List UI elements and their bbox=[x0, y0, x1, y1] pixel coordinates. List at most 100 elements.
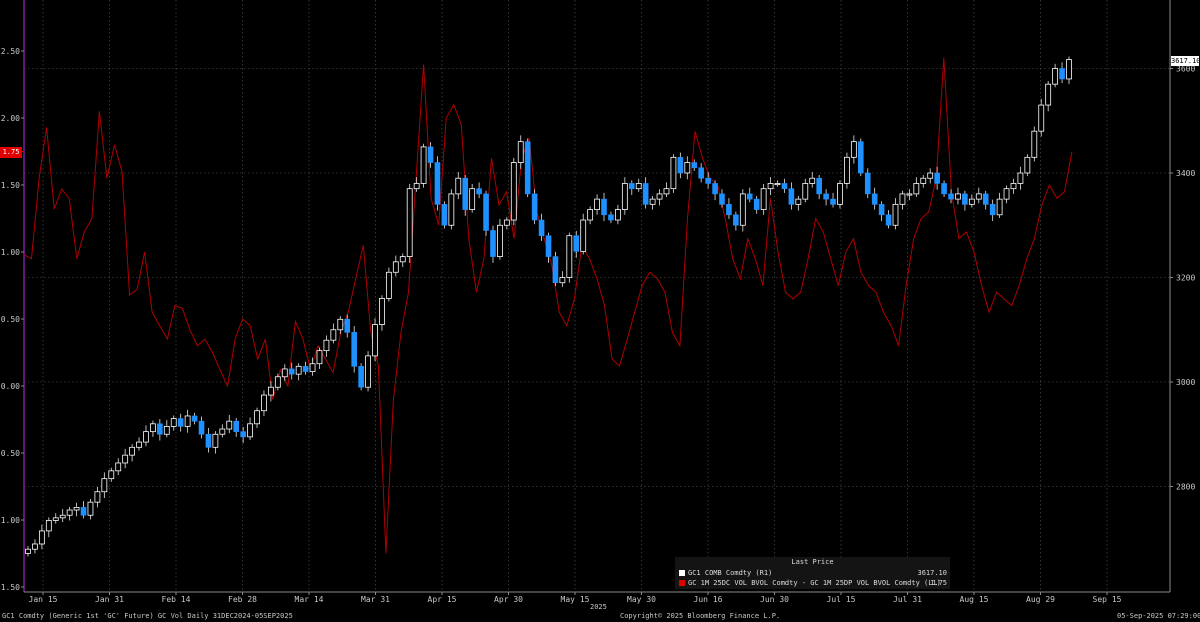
candle-body-up bbox=[635, 183, 642, 190]
candle-body-down bbox=[531, 193, 538, 221]
candle-body-up bbox=[1052, 68, 1059, 85]
left-tick-label: 1.50 bbox=[1, 181, 20, 190]
candle-body-down bbox=[878, 204, 885, 216]
candle-body-up bbox=[365, 355, 371, 388]
candle-body-up bbox=[1031, 130, 1038, 158]
candle-body-down bbox=[698, 167, 704, 179]
x-tick-label: Jul 15 bbox=[827, 595, 856, 604]
candle-body-up bbox=[38, 530, 45, 545]
candle-body-up bbox=[129, 446, 136, 456]
left-last-value-badge: 1.75 bbox=[0, 147, 22, 158]
candle-body-up bbox=[316, 350, 323, 365]
candle-body-down bbox=[962, 193, 968, 205]
x-tick-label: Aug 29 bbox=[1026, 595, 1055, 604]
candle-body-up bbox=[795, 198, 802, 205]
candle-body-up bbox=[455, 177, 462, 195]
x-tick-label: Apr 30 bbox=[494, 595, 523, 604]
candle-body-up bbox=[906, 193, 913, 196]
candle-body-down bbox=[80, 507, 87, 516]
candle-body-down bbox=[191, 415, 198, 422]
candle-body-down bbox=[240, 431, 246, 438]
candle-body-down bbox=[233, 420, 239, 432]
x-tick-label: May 30 bbox=[627, 595, 656, 604]
candle-body-up bbox=[170, 418, 177, 427]
candle-body-up bbox=[844, 156, 850, 184]
x-tick-label: Mar 31 bbox=[361, 595, 390, 604]
x-tick-label: Feb 14 bbox=[162, 595, 191, 604]
candle-body-up bbox=[45, 520, 52, 532]
candle-body-up bbox=[1045, 83, 1052, 106]
legend-swatch-white bbox=[679, 570, 685, 576]
x-tick-label: Sep 15 bbox=[1093, 595, 1122, 604]
candle-body-up bbox=[760, 188, 767, 210]
candle-body-up bbox=[32, 543, 38, 550]
candle-body-down bbox=[434, 162, 441, 205]
candle-body-up bbox=[406, 188, 413, 258]
candle-body-up bbox=[497, 224, 503, 258]
x-tick-label: Feb 28 bbox=[228, 595, 257, 604]
candle-body-up bbox=[184, 415, 191, 427]
candle-body-up bbox=[330, 329, 337, 341]
candle-body-up bbox=[267, 386, 274, 396]
left-tick-label: -0.50 bbox=[0, 449, 20, 458]
candle-body-down bbox=[982, 193, 989, 205]
candle-body-down bbox=[601, 198, 607, 216]
candle-body-down bbox=[781, 183, 788, 189]
candle-body-down bbox=[864, 172, 871, 195]
candle-body-up bbox=[684, 162, 691, 174]
candle-body-down bbox=[746, 193, 753, 200]
candle-body-down bbox=[351, 332, 357, 367]
skew-line bbox=[23, 57, 1073, 554]
right-tick-label: 3400 bbox=[1176, 169, 1195, 178]
x-tick-label: Mar 14 bbox=[295, 595, 324, 604]
footer-timestamp: 05-Sep-2025 07:29:00 bbox=[1117, 612, 1200, 620]
candle-body-down bbox=[545, 235, 552, 257]
candle-body-down bbox=[358, 366, 364, 388]
candle-body-up bbox=[420, 146, 427, 184]
candle-body-up bbox=[1010, 183, 1017, 190]
candle-body-up bbox=[261, 394, 267, 412]
candle-body-up bbox=[649, 198, 656, 205]
candle-body-up bbox=[337, 318, 344, 331]
candle-body-down bbox=[823, 193, 829, 200]
candle-body-up bbox=[399, 256, 406, 263]
candle-body-down bbox=[642, 183, 649, 205]
candle-body-up bbox=[385, 271, 392, 299]
axes bbox=[21, 0, 1173, 595]
candle-body-up bbox=[913, 183, 920, 195]
candle-body-down bbox=[677, 157, 684, 174]
candle-body-up bbox=[892, 203, 899, 226]
candle-body-down bbox=[538, 219, 545, 236]
candle-body-up bbox=[739, 193, 746, 226]
candle-body-down bbox=[816, 177, 822, 195]
candle-body-up bbox=[559, 277, 566, 284]
candle-body-up bbox=[587, 209, 594, 221]
candle-body-up bbox=[274, 376, 281, 388]
candle-body-down bbox=[948, 193, 954, 200]
legend-value-price: 3617.10 bbox=[917, 569, 947, 577]
footer-security-description: GC1 Comdty (Generic 1st 'GC' Future) GC … bbox=[2, 612, 293, 620]
candle-body-up bbox=[379, 297, 385, 325]
candle-body-down bbox=[483, 193, 489, 231]
candle-body-down bbox=[719, 193, 725, 205]
candle-body-up bbox=[212, 433, 219, 448]
legend-swatch-red bbox=[679, 580, 685, 586]
candle-body-up bbox=[517, 141, 524, 163]
candle-body-down bbox=[705, 177, 711, 184]
candle-body-up bbox=[413, 183, 420, 190]
candle-body-up bbox=[594, 198, 600, 210]
candle-body-up bbox=[448, 193, 455, 226]
candle-body-up bbox=[469, 188, 476, 210]
candle-body-up bbox=[1066, 59, 1072, 80]
left-tick-label: 2.50 bbox=[1, 47, 20, 56]
candle-body-down bbox=[726, 204, 732, 216]
candle-body-up bbox=[767, 183, 774, 190]
x-tick-label: Jun 30 bbox=[760, 595, 789, 604]
candle-body-down bbox=[608, 214, 614, 221]
x-tick-label: Apr 15 bbox=[428, 595, 457, 604]
legend-value-skew: 1.75 bbox=[930, 579, 947, 587]
candle-body-up bbox=[25, 548, 31, 554]
legend-header: Last Price bbox=[791, 558, 834, 566]
candle-body-up bbox=[59, 514, 66, 519]
candle-body-up bbox=[254, 410, 260, 425]
